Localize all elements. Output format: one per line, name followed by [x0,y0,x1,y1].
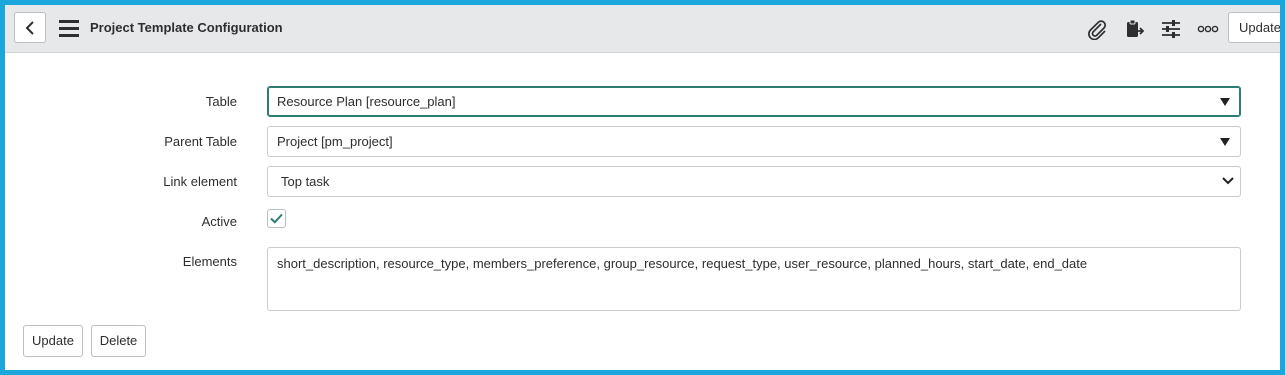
dropdown-caret-icon [1220,138,1230,146]
elements-textarea[interactable]: short_description, resource_type, member… [267,247,1241,311]
chevron-down-icon [1222,177,1234,185]
link-element-select[interactable]: Top task [267,166,1241,197]
link-element-value: Top task [281,174,330,189]
back-icon [25,20,34,35]
parent-table-field[interactable]: Project [pm_project] [267,126,1241,157]
update-button[interactable]: Update [23,325,83,357]
delete-button[interactable]: Delete [91,325,146,357]
checkmark-icon [270,213,283,224]
menu-icon[interactable] [59,20,79,37]
clipboard-icon[interactable] [1122,17,1146,41]
parent-table-label: Parent Table [164,134,237,149]
back-button[interactable] [14,12,46,43]
form-frame: Project Template Configuration Update Ta… [5,5,1280,370]
active-label: Active [201,214,237,229]
attachment-icon[interactable] [1085,17,1109,41]
table-label: Table [205,94,237,109]
active-checkbox[interactable] [267,209,286,228]
more-icon[interactable] [1196,17,1220,41]
elements-label: Elements [182,254,237,269]
parent-table-value: Project [pm_project] [277,134,393,149]
table-value: Resource Plan [resource_plan] [277,94,456,109]
table-field[interactable]: Resource Plan [resource_plan] [267,86,1241,117]
dropdown-caret-icon [1220,98,1230,106]
link-element-label: Link element [163,174,237,189]
update-button-header[interactable]: Update [1228,12,1280,43]
page-title: Project Template Configuration [90,20,283,35]
settings-sliders-icon[interactable] [1159,17,1183,41]
form-header: Project Template Configuration Update [5,5,1280,53]
